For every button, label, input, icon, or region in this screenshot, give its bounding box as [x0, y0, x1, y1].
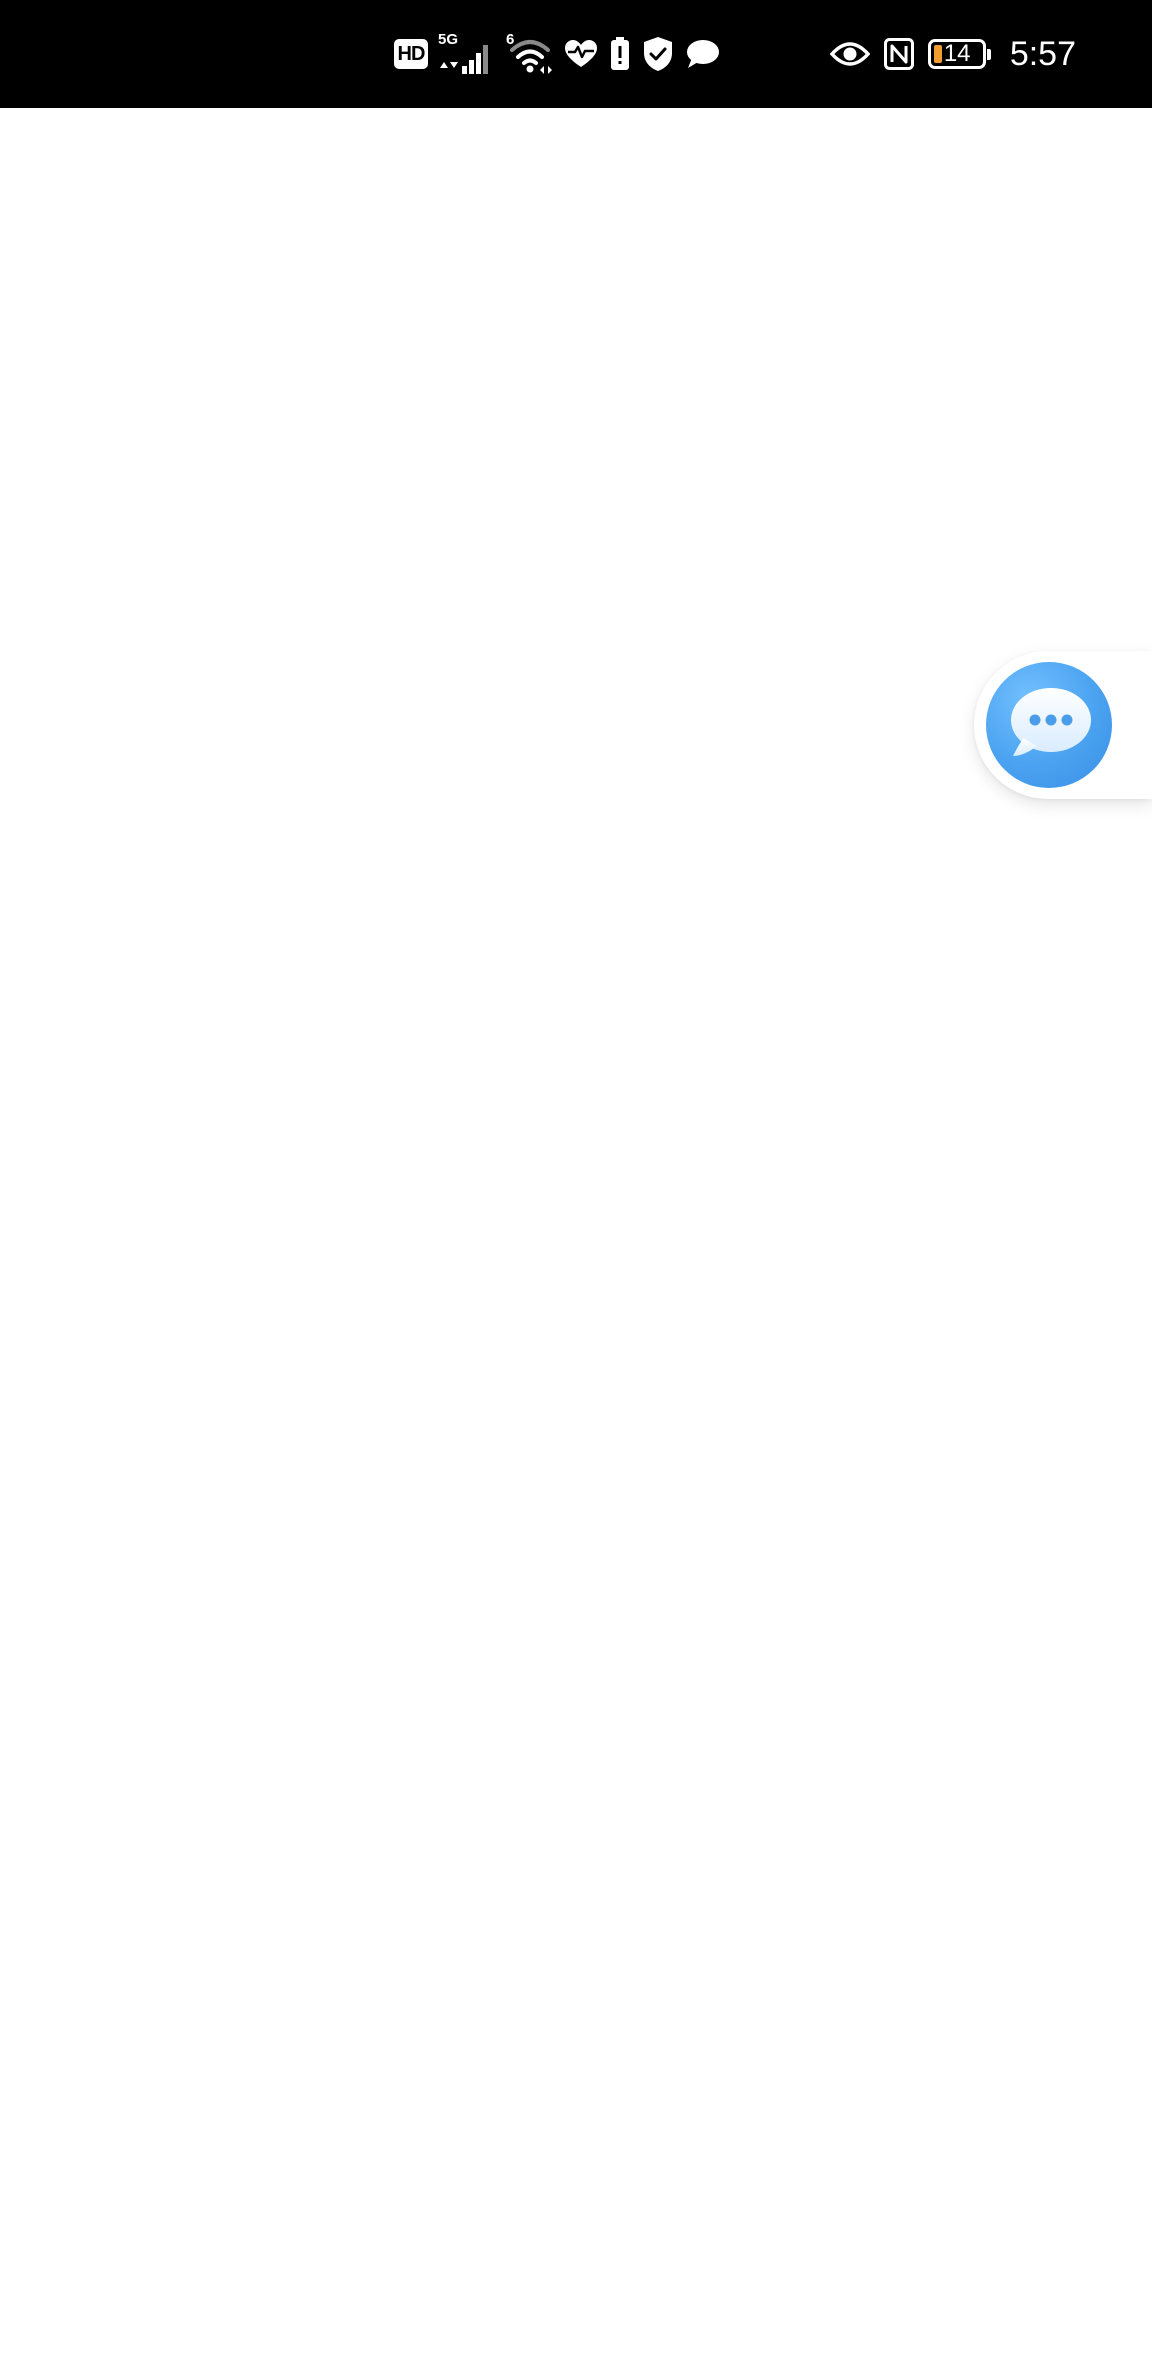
battery-fill	[933, 45, 942, 63]
shield-check-icon	[644, 37, 672, 71]
battery-icon: 14	[927, 39, 991, 69]
status-icons-right: 14 5:57	[829, 0, 1076, 108]
hd-icon: HD	[394, 39, 428, 69]
battery-alert-icon	[611, 37, 629, 70]
status-time: 5:57	[1009, 34, 1076, 73]
chat-bubble-icon	[687, 40, 719, 68]
status-icons-left: HD 5G 6	[394, 0, 720, 108]
floating-assistant-button[interactable]	[986, 662, 1112, 788]
cellular-signal-icon: 5G	[438, 32, 496, 76]
health-heart-icon	[565, 40, 597, 67]
wifi-icon: 6	[506, 32, 554, 76]
battery-level: 14	[943, 40, 971, 67]
chat-bubble-icon	[1011, 688, 1091, 756]
eye-icon	[829, 42, 870, 66]
main-content	[0, 108, 1152, 2376]
status-bar: HD 5G 6 14 5:57	[0, 0, 1152, 108]
nfc-icon	[883, 38, 914, 70]
floating-assistant-tab[interactable]	[974, 651, 1152, 799]
